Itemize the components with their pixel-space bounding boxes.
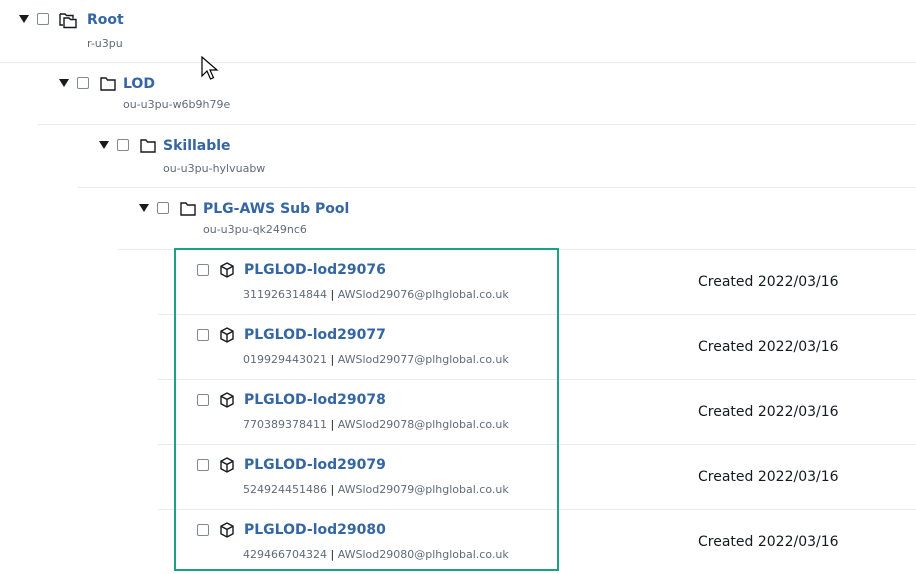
divider bbox=[38, 124, 916, 125]
root-id: r-u3pu bbox=[87, 37, 123, 50]
organization-root-icon bbox=[59, 13, 77, 29]
caret-down-icon[interactable] bbox=[19, 15, 29, 23]
root-name[interactable]: Root bbox=[87, 12, 124, 28]
lod-id: ou-u3pu-w6b9h79e bbox=[123, 98, 231, 111]
pool-checkbox[interactable] bbox=[157, 202, 169, 214]
folder-icon bbox=[140, 139, 156, 153]
mouse-cursor-icon bbox=[201, 56, 219, 80]
caret-down-icon[interactable] bbox=[99, 141, 109, 149]
created-date: Created 2022/03/16 bbox=[698, 534, 839, 550]
skillable-checkbox[interactable] bbox=[117, 139, 129, 151]
lod-checkbox[interactable] bbox=[77, 77, 89, 89]
created-date: Created 2022/03/16 bbox=[698, 339, 839, 355]
created-date: Created 2022/03/16 bbox=[698, 469, 839, 485]
root-checkbox[interactable] bbox=[37, 13, 49, 25]
caret-down-icon[interactable] bbox=[59, 79, 69, 87]
lod-name[interactable]: LOD bbox=[123, 76, 155, 92]
folder-icon bbox=[180, 202, 196, 216]
pool-name[interactable]: PLG-AWS Sub Pool bbox=[203, 201, 349, 217]
created-date: Created 2022/03/16 bbox=[698, 404, 839, 420]
folder-icon bbox=[100, 77, 116, 91]
caret-down-icon[interactable] bbox=[139, 204, 149, 212]
divider bbox=[0, 62, 916, 63]
skillable-id: ou-u3pu-hylvuabw bbox=[163, 162, 266, 175]
pool-id: ou-u3pu-qk249nc6 bbox=[203, 223, 307, 236]
created-date: Created 2022/03/16 bbox=[698, 274, 839, 290]
selection-highlight-box bbox=[174, 248, 559, 571]
divider bbox=[78, 187, 916, 188]
skillable-name[interactable]: Skillable bbox=[163, 138, 231, 154]
